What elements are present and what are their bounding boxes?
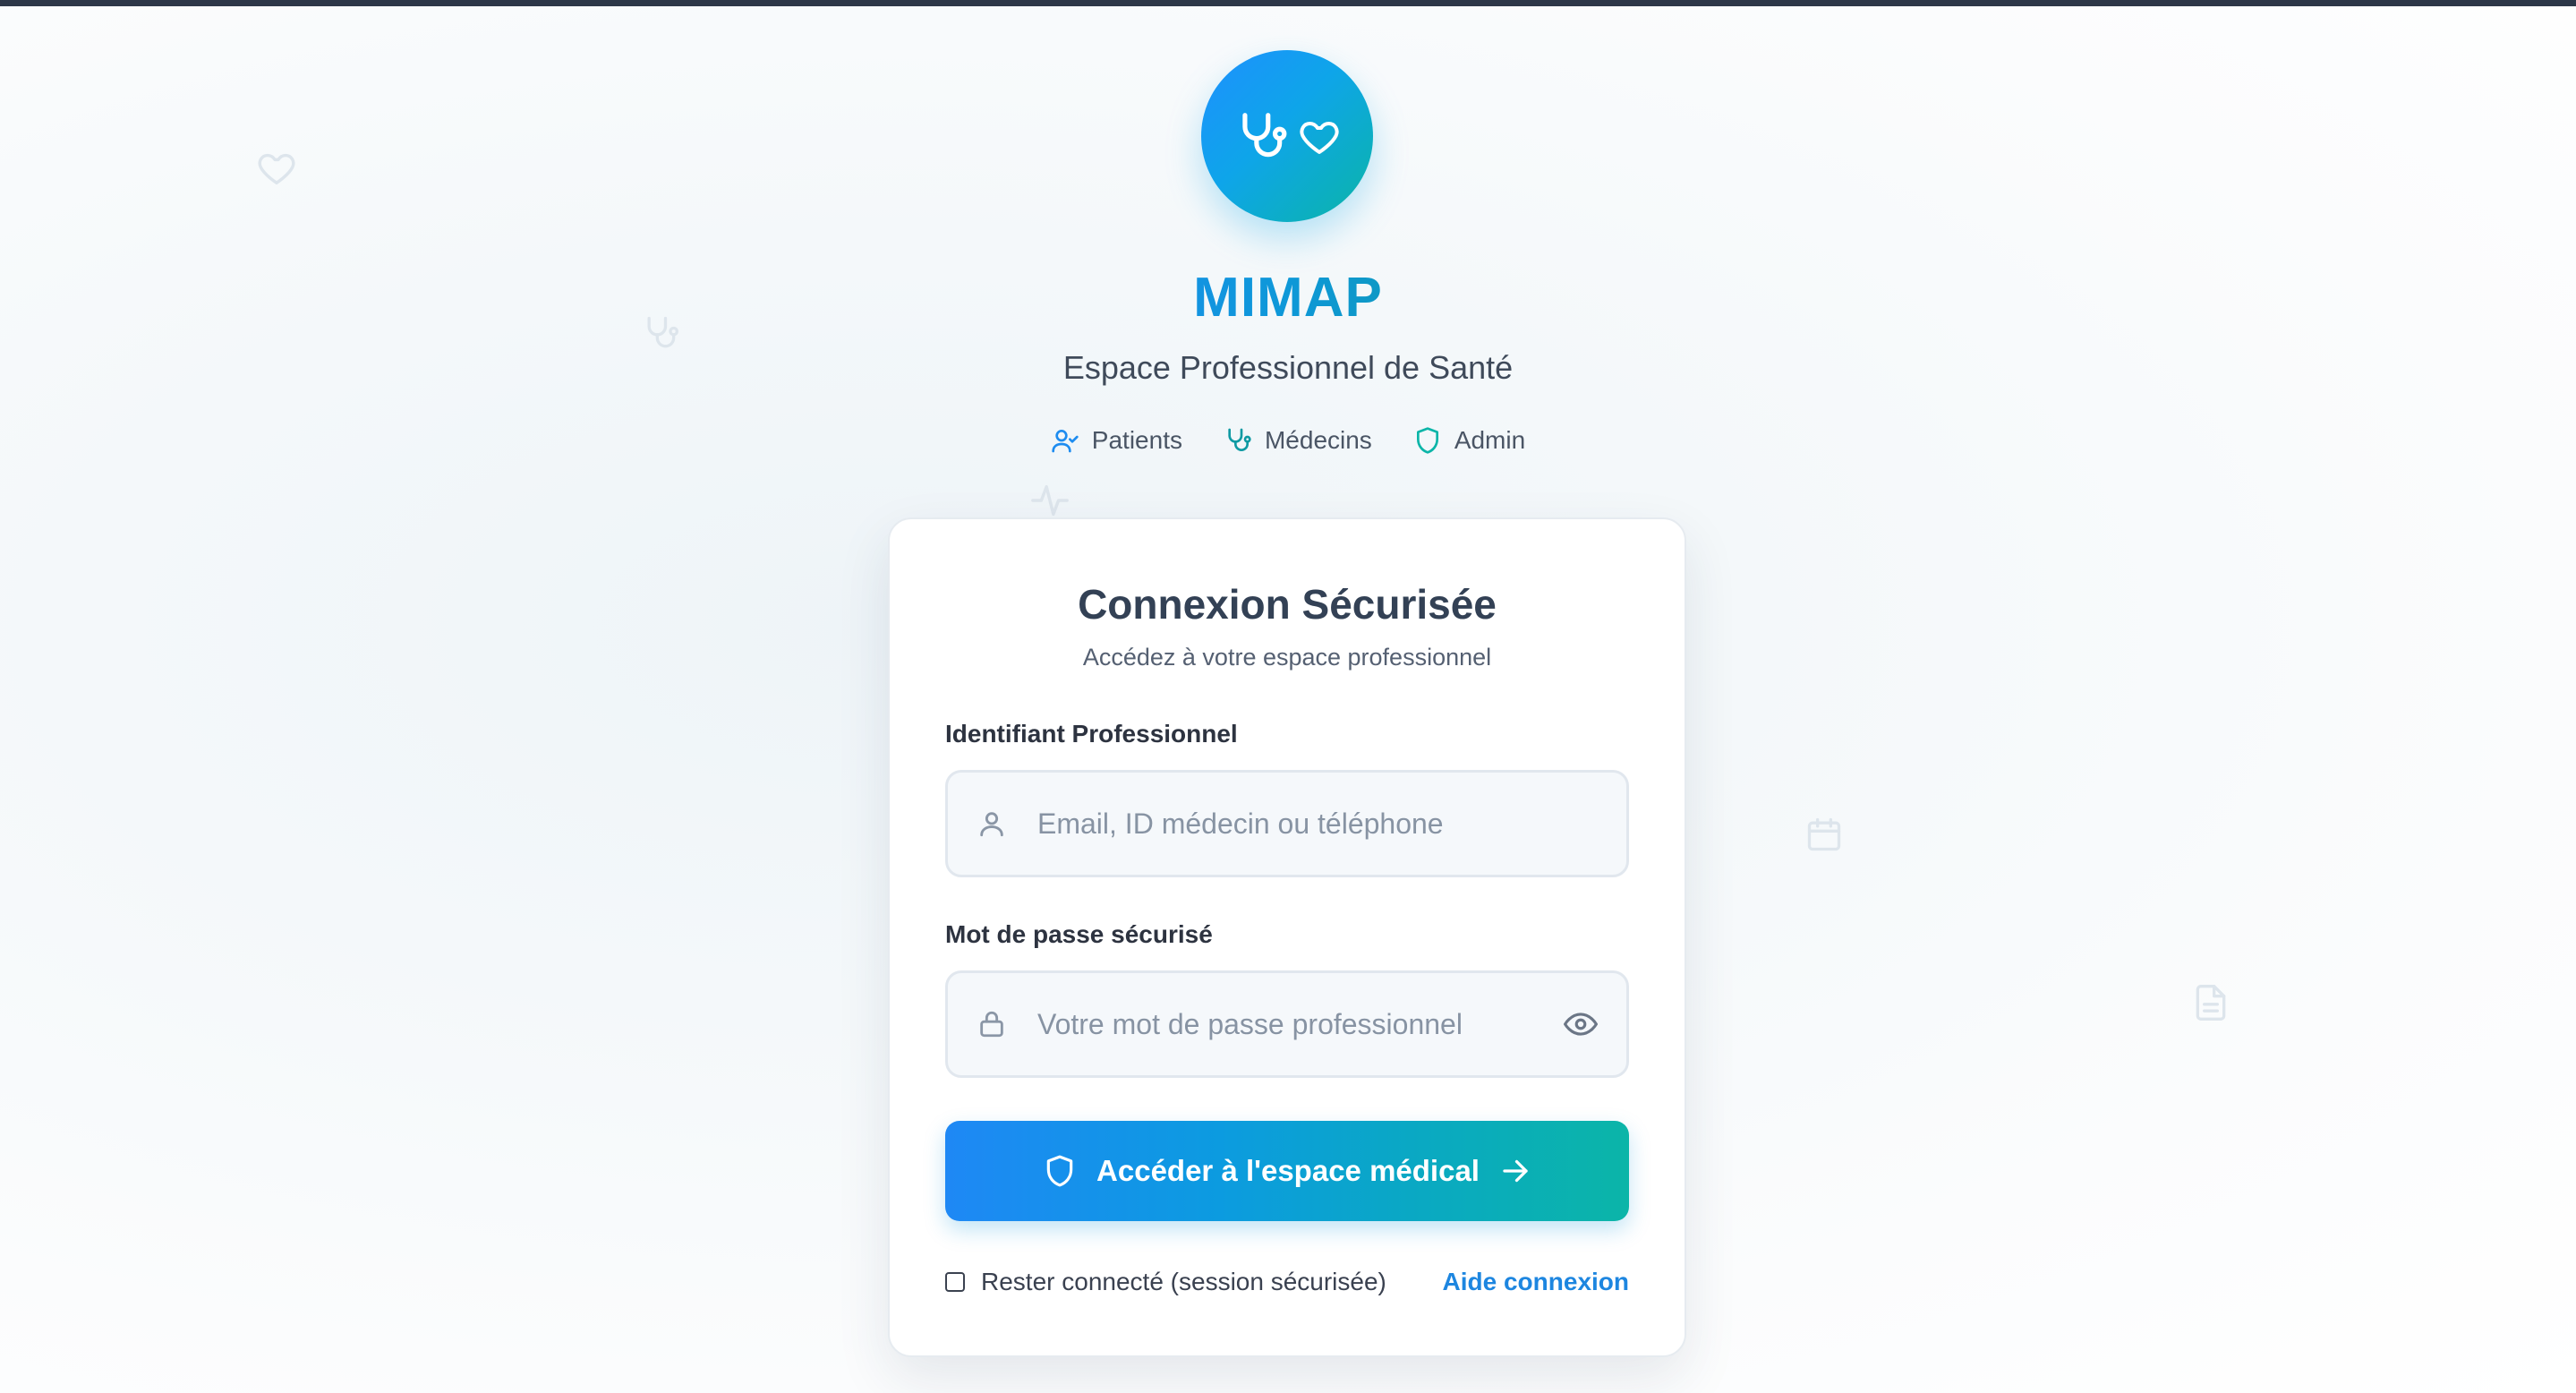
identifier-field[interactable] (945, 770, 1629, 877)
remember-me[interactable]: Rester connecté (session sécurisée) (945, 1264, 1386, 1300)
role-label: Admin (1454, 426, 1526, 454)
role-admin: Admin (1413, 419, 1525, 462)
submit-button[interactable]: Accéder à l'espace médical (945, 1121, 1629, 1221)
heart-icon (1298, 115, 1341, 158)
app-name: MIMAP (1019, 262, 1557, 334)
arrow-right-icon (1499, 1155, 1531, 1187)
role-patients: Patients (1051, 419, 1182, 462)
remember-checkbox[interactable] (945, 1272, 965, 1292)
activity-icon (1029, 480, 1070, 521)
window-top-bar (0, 0, 2576, 6)
role-list: Patients Médecins Admin (1019, 419, 1557, 462)
document-icon (2191, 983, 2231, 1022)
shield-icon (1043, 1154, 1077, 1188)
password-input[interactable] (1036, 1006, 1546, 1042)
role-label: Patients (1091, 426, 1182, 454)
login-card: Connexion Sécurisée Accédez à votre espa… (888, 517, 1686, 1357)
eye-icon[interactable] (1564, 1007, 1598, 1041)
users-icon (1051, 426, 1079, 455)
password-label: Mot de passe sécurisé (945, 920, 1213, 948)
app-tagline: Espace Professionnel de Santé (1062, 349, 1514, 386)
role-medecins: Médecins (1224, 419, 1372, 462)
calendar-icon (1804, 815, 1844, 854)
app-logo (1201, 50, 1373, 222)
remember-label[interactable]: Rester connecté (session sécurisée) (981, 1264, 1386, 1300)
password-field[interactable] (945, 970, 1629, 1078)
login-title: Connexion Sécurisée (1078, 581, 1497, 628)
help-link[interactable]: Aide connexion (1443, 1264, 1629, 1300)
stethoscope-icon (641, 313, 680, 353)
heart-icon (256, 147, 297, 188)
submit-label: Accéder à l'espace médical (1096, 1154, 1480, 1187)
login-subtitle: Accédez à votre espace professionnel (1082, 644, 1492, 671)
shield-icon (1413, 426, 1442, 455)
user-icon (977, 808, 1007, 839)
identifier-label: Identifiant Professionnel (945, 720, 1238, 748)
stethoscope-icon (1233, 108, 1289, 164)
stethoscope-icon (1224, 426, 1252, 455)
identifier-input[interactable] (1036, 806, 1608, 842)
role-label: Médecins (1264, 426, 1372, 454)
lock-icon (977, 1009, 1007, 1039)
